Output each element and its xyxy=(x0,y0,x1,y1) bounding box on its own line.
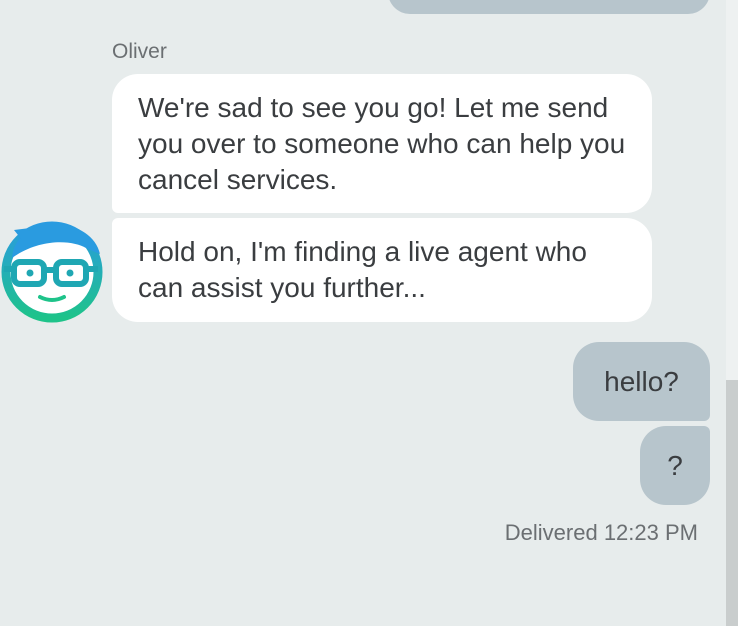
agent-message-text: Hold on, I'm finding a live agent who ca… xyxy=(138,236,587,303)
previous-user-message-bubble xyxy=(388,0,710,14)
scrollbar-thumb[interactable] xyxy=(726,380,738,626)
agent-message-bubble: Hold on, I'm finding a live agent who ca… xyxy=(112,218,652,322)
agent-name: Oliver xyxy=(112,40,167,63)
agent-message-text: We're sad to see you go! Let me send you… xyxy=(138,92,626,195)
bot-face-with-glasses-icon xyxy=(0,220,104,324)
delivery-status: Delivered 12:23 PM xyxy=(504,520,698,545)
user-message-bubble: ? xyxy=(640,426,710,505)
agent-message-bubble: We're sad to see you go! Let me send you… xyxy=(112,74,652,213)
chat-window: Oliver We're sad to see you go! Let me s… xyxy=(0,0,738,626)
user-message-bubble: hello? xyxy=(573,342,710,421)
user-message-text: ? xyxy=(667,449,683,481)
user-message-text: hello? xyxy=(604,365,679,397)
